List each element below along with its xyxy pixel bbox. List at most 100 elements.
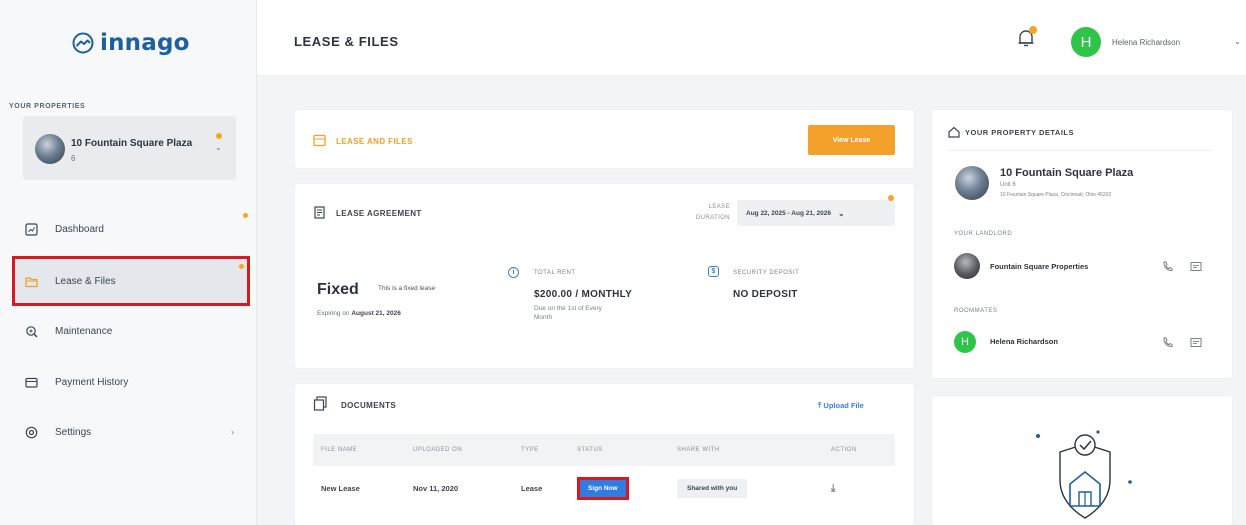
notification-dot xyxy=(239,264,244,269)
sidebar-item-maintenance[interactable]: Maintenance xyxy=(12,309,250,353)
message-icon[interactable] xyxy=(1190,336,1202,348)
roommates-label: ROOMMATES xyxy=(954,308,998,314)
shield-house-icon xyxy=(1036,430,1132,519)
table-row: New Lease Nov 11, 2020 Lease Sign Now Sh… xyxy=(313,466,895,510)
message-icon[interactable] xyxy=(1190,260,1202,272)
gear-icon xyxy=(24,425,38,439)
file-name[interactable]: New Lease xyxy=(313,466,405,510)
property-unit: 6 xyxy=(71,154,76,163)
page-title: LEASE & FILES xyxy=(294,34,399,49)
brand-name: innago xyxy=(100,30,190,56)
property-address: 10 Fountain Square Plaza, Cincinnati, Oh… xyxy=(1000,192,1112,198)
lease-files-title: LEASE AND FILES xyxy=(336,137,413,146)
status-cell: Sign Now xyxy=(569,466,669,510)
maintenance-icon xyxy=(24,324,38,338)
sign-now-button[interactable]: Sign Now xyxy=(577,476,629,500)
view-lease-button[interactable]: View Lease xyxy=(808,125,895,155)
share-cell: Shared with you xyxy=(669,466,823,510)
landlord-name: Fountain Square Properties xyxy=(990,262,1089,271)
property-selector[interactable]: 10 Fountain Square Plaza 6 ⌄ xyxy=(23,116,236,180)
column-header: ACTION xyxy=(823,434,895,466)
lease-expiry: Expiring on August 21, 2026 xyxy=(317,310,401,317)
documents-title: DOCUMENTS xyxy=(341,401,397,410)
lease-duration-select[interactable]: Aug 22, 2025 - Aug 21, 2026 ⌄ xyxy=(737,200,895,226)
lease-agreement-title: LEASE AGREEMENT xyxy=(336,209,422,218)
lease-type: Fixed xyxy=(317,281,359,298)
property-name: 10 Fountain Square Plaza xyxy=(1000,167,1134,179)
column-header: FILE NAME xyxy=(313,434,405,466)
property-avatar xyxy=(955,166,989,200)
upload-file-link[interactable]: ⤒ Upload File xyxy=(818,401,864,411)
security-deposit-value: NO DEPOSIT xyxy=(733,289,798,300)
column-header: STATUS xyxy=(569,434,669,466)
duration-label-line: LEASE xyxy=(708,204,730,210)
notification-dot xyxy=(243,213,248,218)
card-icon xyxy=(24,375,38,389)
uploaded-on: Nov 11, 2020 xyxy=(413,483,459,493)
roommate-name: Helena Richardson xyxy=(990,337,1058,346)
chevron-down-icon[interactable]: ⌄ xyxy=(1234,37,1241,46)
roommate-avatar: H xyxy=(954,331,976,353)
chevron-right-icon: › xyxy=(231,427,234,437)
upload-label: Upload File xyxy=(823,401,864,410)
sidebar-item-label: Lease & Files xyxy=(55,275,116,287)
property-name: 10 Fountain Square Plaza xyxy=(71,138,193,149)
sidebar-item-dashboard[interactable]: Dashboard xyxy=(12,207,250,251)
deposit-icon: $ xyxy=(708,266,719,277)
top-header: LEASE & FILES H Helena Richardson ⌄ xyxy=(257,0,1246,76)
notification-dot xyxy=(216,133,222,139)
brand-logo[interactable]: innago xyxy=(72,30,190,56)
sidebar-item-settings[interactable]: Settings › xyxy=(12,410,250,454)
duration-label-line: DURATION xyxy=(695,215,730,221)
expiry-prefix: Expiring on xyxy=(317,310,350,317)
sidebar-item-lease-files[interactable]: Lease & Files xyxy=(12,256,250,306)
total-rent-value: $200.00 / MONTHLY xyxy=(534,289,633,300)
sidebar: innago YOUR PROPERTIES 10 Fountain Squar… xyxy=(0,0,257,525)
download-icon[interactable]: ⤓ xyxy=(831,483,835,494)
sidebar-item-label: Settings xyxy=(55,426,92,438)
property-unit: Unit 6 xyxy=(1000,182,1016,188)
sidebar-item-payment-history[interactable]: Payment History xyxy=(12,360,250,404)
divider xyxy=(948,150,1212,151)
total-rent-due: Due on the 1st of Every Month xyxy=(534,305,602,321)
notification-dot xyxy=(1029,26,1037,34)
folder-icon xyxy=(313,134,326,147)
file-type: Lease xyxy=(521,483,543,493)
properties-label: YOUR PROPERTIES xyxy=(9,103,86,110)
duration-value: Aug 22, 2025 - Aug 21, 2026 xyxy=(746,209,832,217)
share-with-select[interactable]: Shared with you xyxy=(677,478,748,498)
property-avatar xyxy=(35,134,65,164)
column-header: UPLOADED ON xyxy=(405,434,513,466)
landlord-avatar xyxy=(954,253,980,279)
folder-icon xyxy=(24,274,38,288)
dashboard-icon xyxy=(24,222,38,236)
sidebar-item-label: Maintenance xyxy=(55,325,113,337)
action-cell: ⤓ xyxy=(823,466,895,510)
column-header: SHARE WITH xyxy=(669,434,823,466)
documents-table: FILE NAME UPLOADED ON TYPE STATUS SHARE … xyxy=(313,434,895,510)
documents-icon xyxy=(313,396,327,411)
column-header: TYPE xyxy=(513,434,569,466)
property-details-title: YOUR PROPERTY DETAILS xyxy=(965,128,1074,137)
sidebar-item-label: Dashboard xyxy=(55,223,104,235)
table-header-row: FILE NAME UPLOADED ON TYPE STATUS SHARE … xyxy=(313,434,895,466)
sidebar-item-label: Payment History xyxy=(55,376,129,388)
home-icon xyxy=(948,126,960,138)
total-rent-label: TOTAL RENT xyxy=(534,270,576,276)
notification-dot xyxy=(888,195,894,201)
lease-type-description: This is a fixed lease xyxy=(378,285,436,292)
lease-duration-label: LEASE DURATION xyxy=(676,202,730,224)
upload-icon: ⤒ xyxy=(818,401,822,410)
security-deposit-label: SECURITY DEPOSIT xyxy=(733,270,800,276)
phone-icon[interactable] xyxy=(1161,260,1173,272)
document-icon xyxy=(314,206,325,219)
chevron-down-icon: ⌄ xyxy=(838,208,845,218)
user-name[interactable]: Helena Richardson xyxy=(1112,38,1180,47)
expiry-date: August 21, 2026 xyxy=(351,310,401,317)
innago-logo-icon xyxy=(72,32,94,54)
avatar[interactable]: H xyxy=(1071,27,1101,57)
landlord-label: YOUR LANDLORD xyxy=(954,231,1013,237)
chevron-down-icon: ⌄ xyxy=(215,143,222,152)
phone-icon[interactable] xyxy=(1161,336,1173,348)
info-icon: i xyxy=(508,267,519,278)
